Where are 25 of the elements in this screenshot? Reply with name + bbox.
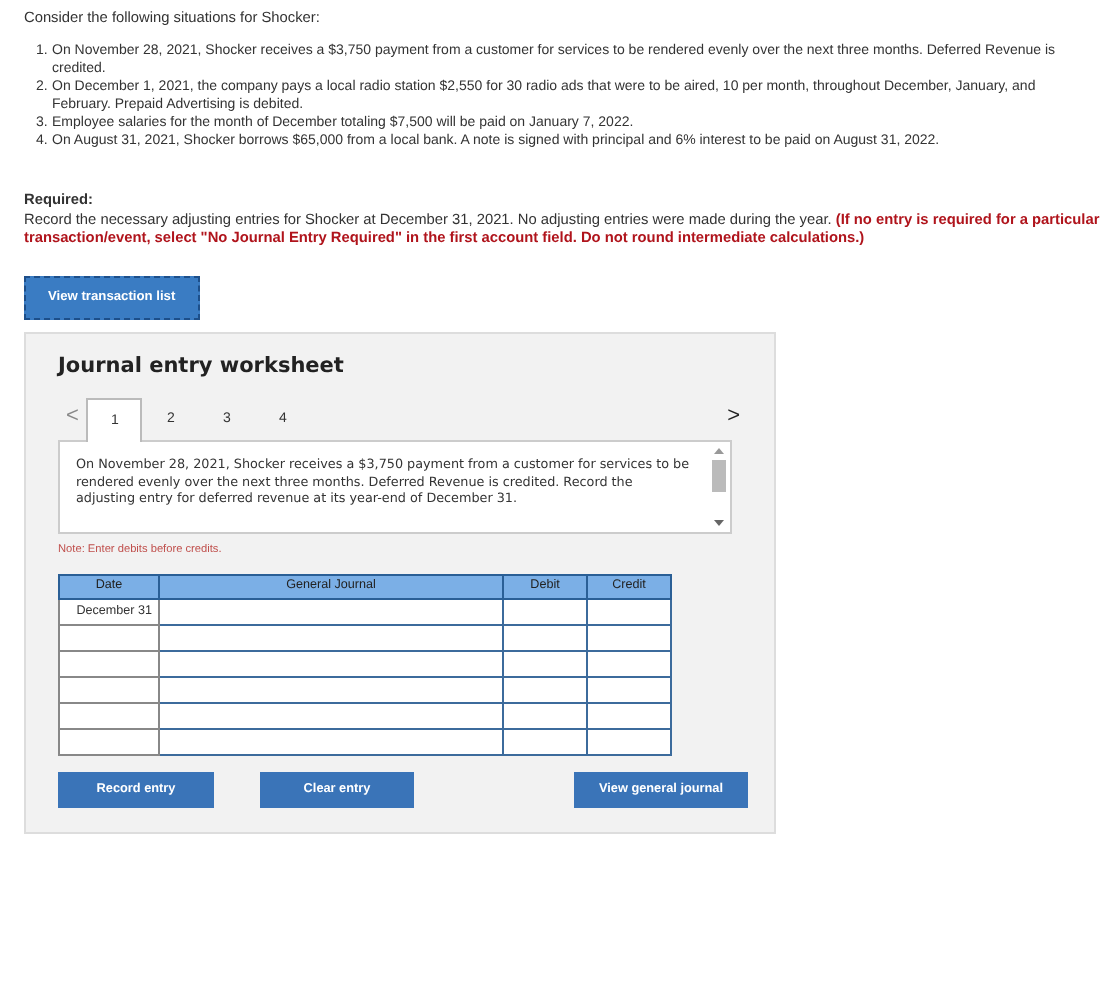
date-cell	[59, 702, 159, 729]
entry-field[interactable]	[587, 650, 671, 677]
entry-field[interactable]	[503, 676, 587, 703]
entry-field[interactable]	[159, 676, 503, 703]
entry-field[interactable]	[159, 624, 503, 651]
entry-field[interactable]	[503, 650, 587, 677]
date-cell	[59, 728, 159, 755]
next-button[interactable]: >	[719, 406, 748, 429]
entry-field[interactable]	[159, 702, 503, 729]
entry-field[interactable]	[503, 624, 587, 651]
entry-field[interactable]	[587, 676, 671, 703]
entry-field[interactable]	[159, 728, 503, 755]
date-cell	[59, 650, 159, 677]
entry-field[interactable]	[159, 650, 503, 677]
entry-field[interactable]	[503, 598, 587, 625]
entry-field[interactable]	[503, 728, 587, 755]
worksheet-title: Journal entry worksheet	[58, 353, 346, 380]
entry-field[interactable]	[587, 598, 671, 625]
entry-field[interactable]	[159, 598, 503, 625]
entry-field[interactable]	[587, 702, 671, 729]
entry-field[interactable]	[587, 624, 671, 651]
date-cell	[59, 624, 159, 651]
entry-field[interactable]	[587, 728, 671, 755]
entry-field[interactable]	[503, 702, 587, 729]
date-cell	[59, 676, 159, 703]
